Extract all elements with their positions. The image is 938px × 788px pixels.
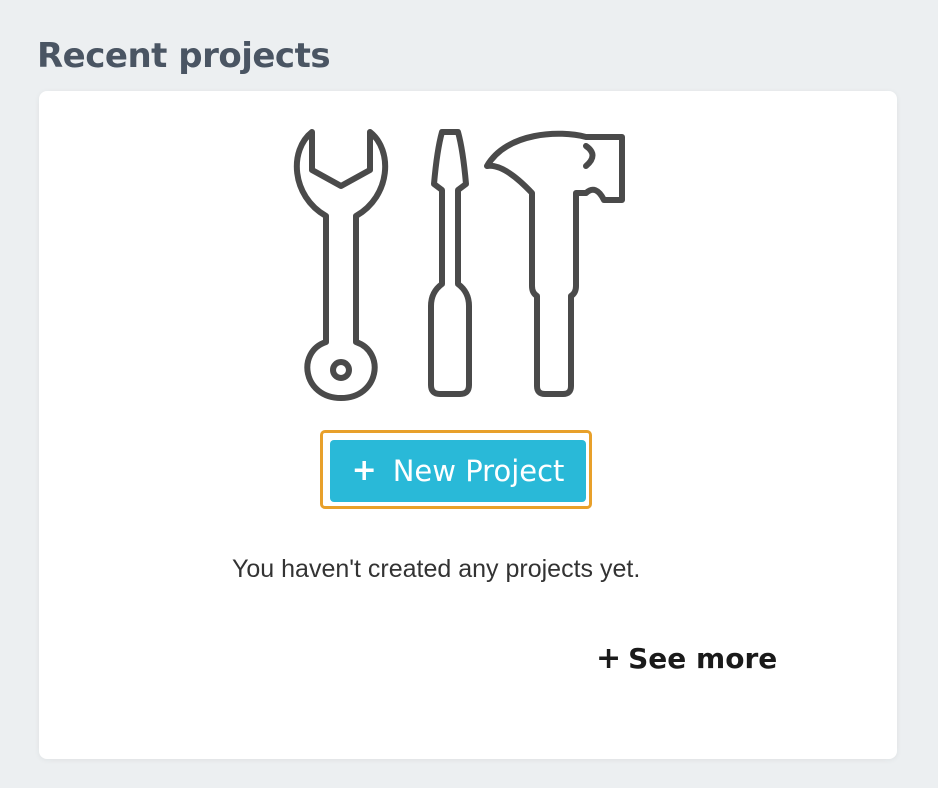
screwdriver-icon (428, 129, 472, 397)
plus-icon: + (596, 640, 622, 676)
wrench-icon (293, 129, 389, 401)
new-project-label: New Project (392, 454, 565, 488)
section-title: Recent projects (37, 36, 331, 76)
see-more-label: See more (628, 642, 778, 675)
see-more-link[interactable]: + See more (596, 642, 777, 675)
tools-illustration (293, 129, 625, 401)
new-project-button[interactable]: + New Project (330, 440, 586, 502)
plus-icon: + (351, 453, 377, 488)
empty-state-message: You haven't created any projects yet. (232, 555, 641, 583)
hammer-icon (484, 130, 625, 397)
